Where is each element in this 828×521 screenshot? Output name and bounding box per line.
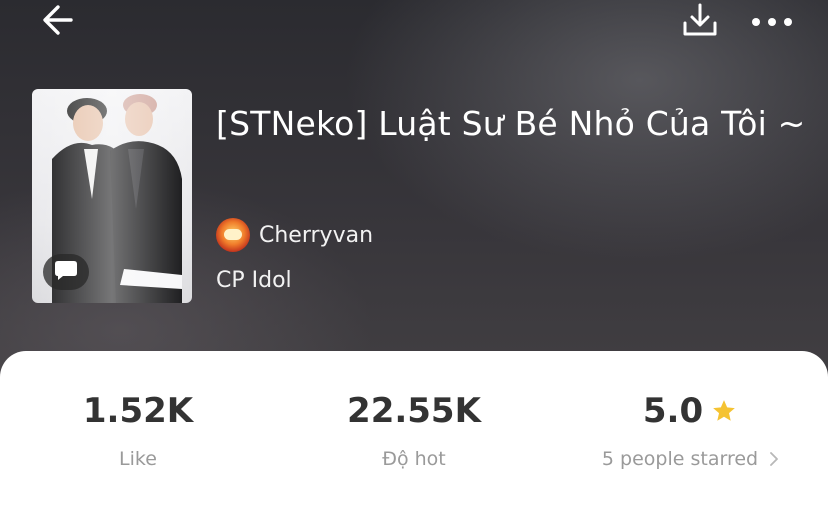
- hot-stat: 22.55K Độ hot: [324, 389, 504, 471]
- likes-stat: 1.52K Like: [68, 389, 208, 471]
- cover-comment-badge[interactable]: [43, 254, 89, 290]
- rating-value: 5.0: [642, 391, 704, 431]
- author-avatar[interactable]: [216, 218, 250, 252]
- stats-card: 1.52K Like 22.55K Độ hot 5.0 5 people st…: [0, 351, 828, 521]
- rating-label-row[interactable]: 5 people starred: [602, 447, 778, 471]
- hot-value: 22.55K: [347, 391, 481, 431]
- more-button[interactable]: [744, 0, 800, 44]
- likes-value: 1.52K: [82, 391, 194, 431]
- hot-label: Độ hot: [382, 448, 446, 470]
- star-icon: [711, 398, 737, 424]
- rating-label: 5 people starred: [601, 448, 759, 470]
- chevron-right-icon: [770, 452, 778, 466]
- arrow-left-icon: [39, 1, 77, 43]
- back-button[interactable]: [30, 0, 86, 44]
- download-icon: [681, 1, 719, 43]
- story-category[interactable]: CP Idol: [216, 268, 292, 293]
- likes-label: Like: [119, 448, 157, 470]
- story-title: [STNeko] Luật Sư Bé Nhỏ Của Tôi ~: [216, 104, 806, 143]
- more-horizontal-icon: [750, 13, 794, 32]
- rating-stat[interactable]: 5.0 5 people starred: [590, 389, 790, 471]
- rating-value-row: 5.0: [643, 389, 737, 433]
- comment-bubble-icon: [54, 259, 78, 285]
- author-name[interactable]: Cherryvan: [259, 223, 373, 248]
- download-button[interactable]: [676, 0, 724, 44]
- author-row[interactable]: Cherryvan: [216, 218, 373, 252]
